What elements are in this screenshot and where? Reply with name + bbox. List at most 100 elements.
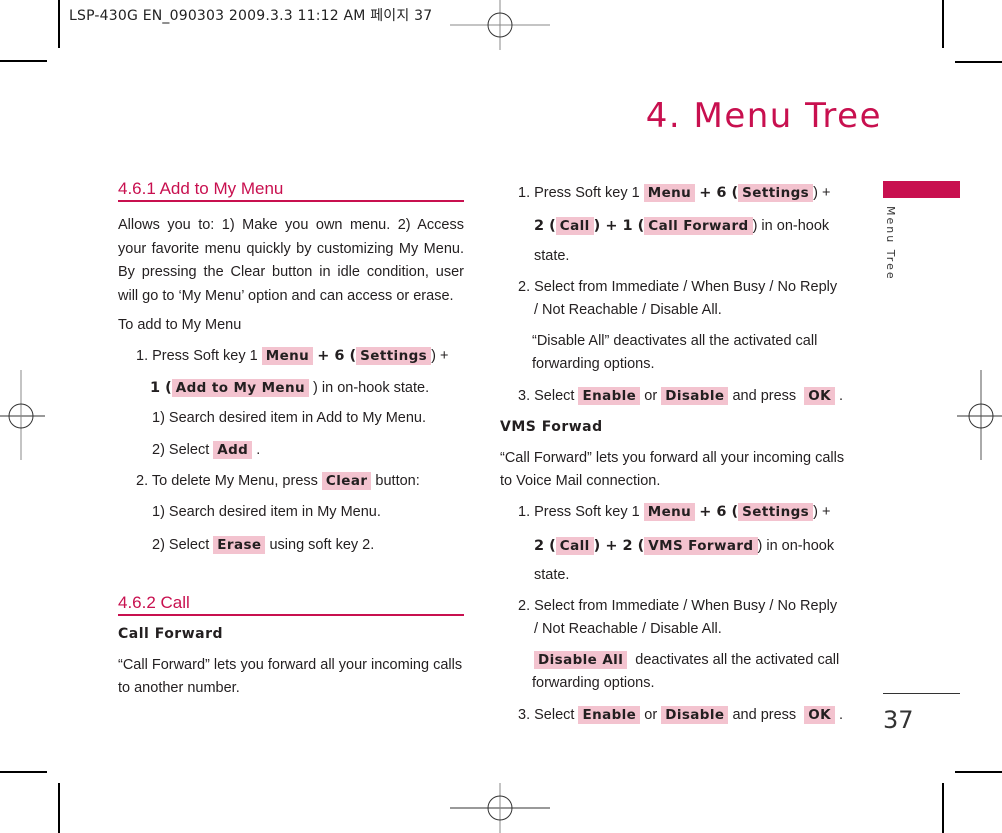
vms-note-1: Disable All deactivates all the activate… [534,649,839,672]
key-enable: Enable [578,387,641,405]
key-enable: Enable [578,706,641,724]
delete-sub-2: 2) Select Erase using soft key 2. [152,534,374,557]
step-text: 2) Select [152,442,210,458]
step-text: + 6 ( [317,348,357,364]
vms-step-2-line-2: / Not Reachable / Disable All. [534,621,722,637]
step-text: 1 ( [150,380,172,396]
key-erase: Erase [213,536,266,554]
key-vms-forward: VMS Forward [644,537,758,555]
rule-line [883,693,960,694]
step-text: and press [732,388,797,404]
step-text: deactivates all the activated call [635,652,840,668]
key-clear: Clear [321,472,372,490]
vms-desc-1: “Call Forward” lets you forward all your… [500,450,845,466]
key-disable: Disable [661,706,729,724]
vms-desc-2: to Voice Mail connection. [500,473,661,489]
key-menu: Menu [643,184,696,202]
step-text: ) in on-hook state. [313,380,430,396]
vms-step-1-cont: 2 (Call) + 2 (VMS Forward) in on-hook [534,535,834,558]
add-step-1-cont: 1 (Add to My Menu ) in on-hook state. [150,377,429,400]
vms-step-3: 3. Select Enable or Disable and press OK… [518,704,843,727]
key-call-forward: Call Forward [644,217,753,235]
key-ok: OK [804,706,835,724]
add-sub-1: 1) Search desired item in Add to My Menu… [152,410,427,426]
vms-step-2-line-1: 2. Select from Immediate / When Busy / N… [518,598,838,614]
crop-mark [955,61,1002,63]
delete-step-2: 2. To delete My Menu, press Clear button… [136,470,420,493]
key-add-to-my-menu: Add to My Menu [171,379,310,397]
step-text: or [644,707,658,723]
step-text: 2) Select [152,537,210,553]
to-add-label: To add to My Menu [118,317,242,333]
key-menu: Menu [643,503,696,521]
crop-mark [942,783,944,833]
registration-mark-bottom [450,783,550,833]
step-text: ) + 1 ( [593,218,645,234]
step-text: or [644,388,658,404]
step-text: . [839,388,844,404]
step-text: 2. To delete My Menu, press [136,473,318,489]
step-text: . [839,707,844,723]
cf-step-3: 3. Select Enable or Disable and press OK… [518,385,843,408]
step-text: ) + [431,348,449,364]
step-text: 2 ( [534,218,556,234]
registration-mark-left [0,370,45,460]
cf-note-1: “Disable All” deactivates all the activa… [532,333,818,349]
vms-note-2: forwarding options. [532,675,655,691]
step-text: + 6 ( [699,504,739,520]
crop-mark [0,60,47,62]
step-text: ) + 2 ( [593,538,645,554]
key-ok: OK [804,387,835,405]
section-4-6-2: 4.6.2 Call [118,593,464,616]
crop-mark [942,0,944,48]
call-forward-desc-1: “Call Forward” lets you forward all your… [118,657,463,673]
step-text: + 6 ( [699,185,739,201]
step-text: 3. Select [518,388,575,404]
step-text: ) in on-hook [752,218,830,234]
crop-mark [58,783,60,833]
key-call: Call [555,537,594,555]
cf-note-2: forwarding options. [532,356,655,372]
registration-mark-top [450,0,550,50]
step-text: 2 ( [534,538,556,554]
cf-step-2-line-1: 2. Select from Immediate / When Busy / N… [518,279,838,295]
crop-mark [58,0,60,48]
key-settings: Settings [356,347,432,365]
crop-mark [955,771,1002,773]
call-forward-subtitle: Call Forward [118,626,224,642]
section-title: 4.6.2 Call [118,593,464,616]
step-text: 1. Press Soft key 1 [518,504,640,520]
vms-step-1: 1. Press Soft key 1 Menu + 6 (Settings) … [518,501,830,524]
step-text: 1. Press Soft key 1 [518,185,640,201]
step-text: . [256,442,261,458]
step-text: button: [375,473,420,489]
section-4-6-1: 4.6.1 Add to My Menu [118,179,464,202]
cf-step-1-state: state. [534,248,570,264]
print-header: LSP-430G EN_090303 2009.3.3 11:12 AM 페이지… [69,8,433,24]
add-sub-2: 2) Select Add . [152,439,260,462]
key-disable-all: Disable All [534,651,628,669]
side-label: Menu Tree [884,206,897,281]
cf-step-1: 1. Press Soft key 1 Menu + 6 (Settings) … [518,182,830,205]
step-text: ) in on-hook [757,538,835,554]
vms-forward-title: VMS Forwad [500,419,603,435]
step-text: ) + [813,185,831,201]
page-title: 4. Menu Tree [645,96,882,136]
section-title: 4.6.1 Add to My Menu [118,179,464,202]
page-number: 37 [883,706,914,734]
add-step-1: 1. Press Soft key 1 Menu + 6 (Settings) … [136,345,448,368]
registration-mark-right [957,370,1002,460]
crop-mark [0,771,47,773]
section-intro: Allows you to: 1) Make you own menu. 2) … [118,217,464,304]
key-menu: Menu [261,347,314,365]
side-tab-marker [883,181,960,198]
step-text: and press [732,707,797,723]
step-text: 1. Press Soft key 1 [136,348,258,364]
cf-step-1-cont: 2 (Call) + 1 (Call Forward) in on-hook [534,215,829,238]
key-settings: Settings [738,503,814,521]
delete-sub-1: 1) Search desired item in My Menu. [152,504,381,520]
key-add: Add [213,441,253,459]
step-text: 3. Select [518,707,575,723]
step-text: using soft key 2. [269,537,375,553]
call-forward-desc-2: to another number. [118,680,240,696]
